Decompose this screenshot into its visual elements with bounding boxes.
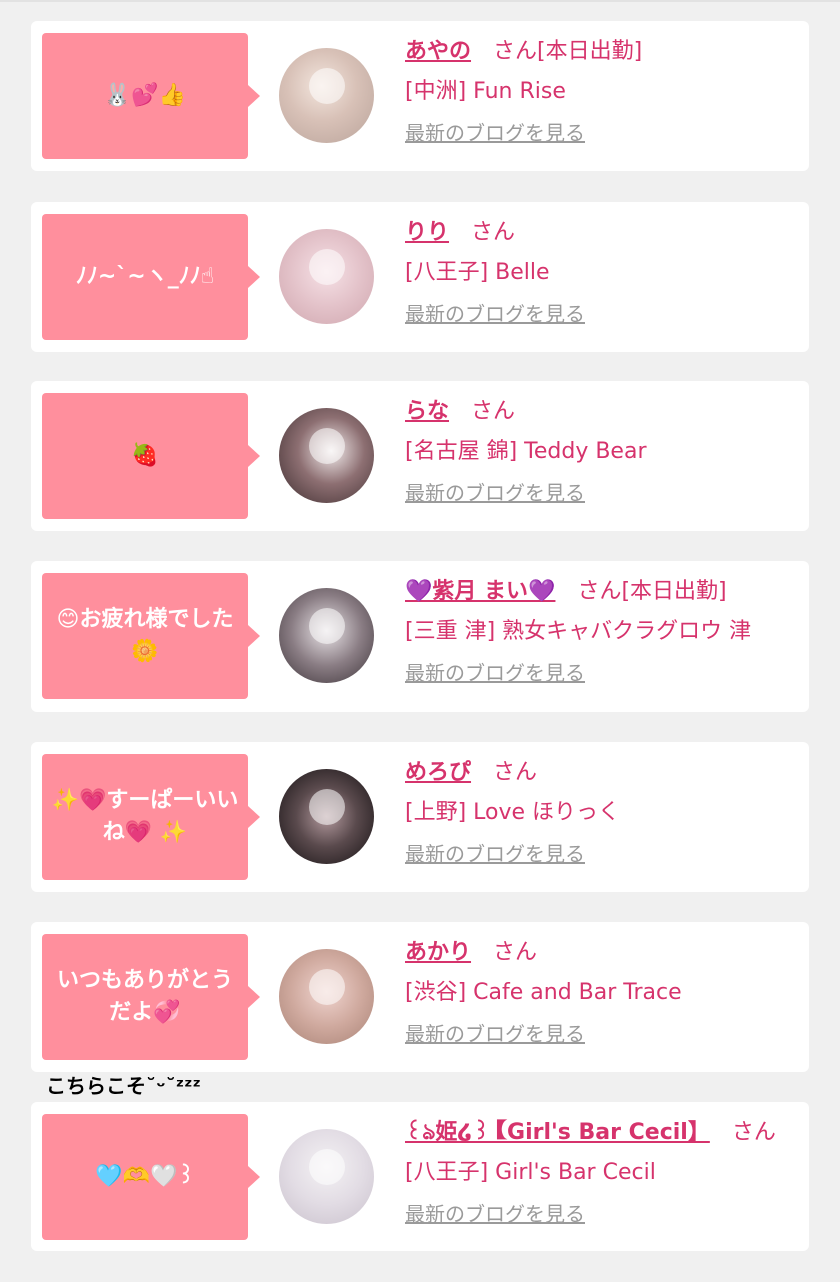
shop-name: [上野] Love ほりっく: [405, 800, 621, 825]
blog-card: ﾉﾉ~`~ヽ_ﾉﾉ☝ りり さん [八王子] Belle 最新のブログを見る: [31, 202, 809, 352]
blog-card: ✨💗すーぱーいいね💗 ✨ めろぴ さん [上野] Love ほりっく 最新のブログ…: [31, 742, 809, 892]
cast-name-link[interactable]: あかり: [405, 940, 471, 965]
honorific: さん: [493, 940, 538, 965]
message-text: 🐰💕👍: [103, 83, 187, 108]
avatar[interactable]: [279, 1129, 374, 1224]
honorific: さん: [493, 39, 538, 64]
avatar[interactable]: [279, 588, 374, 683]
cast-name-link[interactable]: りり: [405, 220, 449, 245]
honorific: さん: [493, 760, 538, 785]
message-bubble: ﾉﾉ~`~ヽ_ﾉﾉ☝: [42, 214, 260, 340]
cast-name-link[interactable]: 💜紫月 まい💜: [405, 579, 555, 604]
message-text: 🍓: [131, 443, 159, 468]
latest-blog-link[interactable]: 最新のブログを見る: [405, 299, 585, 329]
message-text: ✨💗すーぱーいいね💗 ✨: [51, 788, 239, 845]
name-row: りり さん: [405, 216, 805, 250]
shop-name: [八王子] Belle: [405, 260, 550, 285]
top-divider: [0, 0, 840, 2]
blog-card: いつもありがとうだよ💞 あかり さん [渋谷] Cafe and Bar Trac…: [31, 922, 809, 1072]
status-label: [本日出勤]: [537, 39, 643, 64]
latest-blog-link[interactable]: 最新のブログを見る: [405, 478, 585, 508]
name-row: 💜紫月 まい💜 さん[本日出勤]: [405, 575, 805, 609]
shop-name: [三重 津] 熟女キャバクラグロウ 津: [405, 619, 752, 644]
shop-name: [中洲] Fun Rise: [405, 79, 566, 104]
reply-sticker-text: こちらこそ˘ᵕ˘ᶻᶻᶻ: [46, 1074, 201, 1098]
message-bubble: 😊お疲れ様でした🌼: [42, 573, 260, 699]
avatar[interactable]: [279, 408, 374, 503]
name-row: らな さん: [405, 395, 805, 429]
message-text: いつもありがとうだよ💞: [56, 968, 233, 1025]
message-bubble: 🍓: [42, 393, 260, 519]
honorific: さん: [471, 220, 516, 245]
cast-name-link[interactable]: めろぴ: [405, 760, 471, 785]
name-row: あかり さん: [405, 936, 805, 970]
shop-name: [渋谷] Cafe and Bar Trace: [405, 980, 682, 1005]
blog-card: 🐰💕👍 あやの さん[本日出勤] [中洲] Fun Rise 最新のブログを見る: [31, 21, 809, 171]
name-row: ꒰ঌ姫໒꒱【Girl's Bar Cecil】 さん: [405, 1116, 805, 1150]
latest-blog-link[interactable]: 最新のブログを見る: [405, 1019, 585, 1049]
name-row: あやの さん[本日出勤]: [405, 35, 805, 69]
status-label: [本日出勤]: [621, 579, 727, 604]
honorific: さん: [731, 1120, 776, 1145]
cast-name-link[interactable]: あやの: [405, 39, 471, 64]
message-text: ﾉﾉ~`~ヽ_ﾉﾉ☝: [75, 264, 215, 289]
latest-blog-link[interactable]: 最新のブログを見る: [405, 839, 585, 869]
honorific: さん: [471, 399, 516, 424]
message-bubble: ✨💗すーぱーいいね💗 ✨: [42, 754, 260, 880]
shop-name: [名古屋 錦] Teddy Bear: [405, 439, 647, 464]
honorific: さん: [577, 579, 622, 604]
message-text: 😊お疲れ様でした🌼: [56, 607, 234, 664]
blog-card: 🩵🫶🤍꒱ ꒰ঌ姫໒꒱【Girl's Bar Cecil】 さん [八王子] Gir…: [31, 1102, 809, 1251]
avatar[interactable]: [279, 769, 374, 864]
shop-name: [八王子] Girl's Bar Cecil: [405, 1160, 656, 1185]
message-bubble: 🐰💕👍: [42, 33, 260, 159]
cast-name-link[interactable]: らな: [405, 399, 449, 424]
avatar-face-cover: [309, 789, 345, 825]
name-row: めろぴ さん: [405, 756, 805, 790]
avatar[interactable]: [279, 48, 374, 143]
cast-name-link[interactable]: ꒰ঌ姫໒꒱【Girl's Bar Cecil】: [405, 1120, 710, 1145]
avatar-face-cover: [309, 249, 345, 285]
blog-card: 🍓 らな さん [名古屋 錦] Teddy Bear 最新のブログを見る: [31, 381, 809, 531]
message-bubble: 🩵🫶🤍꒱: [42, 1114, 260, 1240]
blog-card: 😊お疲れ様でした🌼 💜紫月 まい💜 さん[本日出勤] [三重 津] 熟女キャバクラ…: [31, 561, 809, 712]
message-bubble: いつもありがとうだよ💞: [42, 934, 260, 1060]
latest-blog-link[interactable]: 最新のブログを見る: [405, 1199, 585, 1229]
latest-blog-link[interactable]: 最新のブログを見る: [405, 658, 585, 688]
avatar[interactable]: [279, 949, 374, 1044]
avatar-face-cover: [309, 608, 345, 644]
message-text: 🩵🫶🤍꒱: [95, 1164, 195, 1189]
avatar[interactable]: [279, 229, 374, 324]
latest-blog-link[interactable]: 最新のブログを見る: [405, 118, 585, 148]
avatar-face-cover: [309, 969, 345, 1005]
avatar-face-cover: [309, 428, 345, 464]
avatar-face-cover: [309, 68, 345, 104]
avatar-face-cover: [309, 1149, 345, 1185]
